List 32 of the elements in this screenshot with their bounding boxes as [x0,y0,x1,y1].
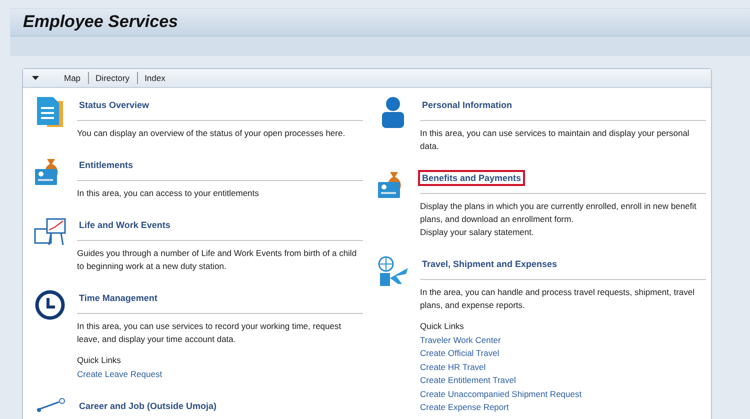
section-title-link[interactable]: Life and Work Events [75,217,174,233]
section-title-link[interactable]: Career and Job (Outside Umoja) [75,398,221,414]
globe-plane-icon [376,254,410,288]
toolbar-link[interactable]: Index [144,73,166,83]
section-title-link[interactable]: Status Overview [75,97,154,113]
quick-links-label: Quick Links [77,354,122,367]
quick-link[interactable]: Create Leave Request [77,368,363,381]
section-description: Display the plans in which you are currently enrolled, enroll in new benefit plans, and download an enrollment form. [420,200,698,226]
section-description: In the area, you can handle and process travel requests, shipment, travel plans, and expense reports. [420,286,696,312]
quick-link[interactable]: Create Official Travel [420,347,706,360]
toolbar-link[interactable]: Directory [96,73,130,83]
quick-link[interactable]: Create HR Travel [420,360,706,374]
section-title-link[interactable]: Time Management [75,290,162,306]
section-description: Display your salary statement. [420,226,535,239]
section-description: You can display an overview of the status of your open processes here. [77,127,346,140]
caret-icon[interactable] [32,76,39,80]
toolbar-link[interactable]: Map [64,73,81,83]
section-title-link[interactable]: Travel, Shipment and Expenses [418,256,562,272]
quick-link[interactable]: Traveler Work Center [420,334,706,347]
quick-links-label: Quick Links [420,320,465,333]
clock-icon [33,288,67,322]
section-title-link[interactable]: Personal Information [418,97,516,113]
section-description: In this area, you can access to your entitlements [77,187,260,200]
section-title-link[interactable]: Entitlements [75,157,138,173]
quick-link[interactable]: Create Expense Report [420,401,706,414]
page-title: Employee Services [22,11,179,32]
quick-link[interactable]: Create Entitlement Travel [420,374,706,388]
section-title-link[interactable]: Benefits and Payments [418,170,526,186]
section-description: In this area, you can use services to maintain and display your personal data. [420,127,690,153]
section-description: In this area, you can use services to record your working time, request leave, and display your time account data. [77,320,342,346]
quick-link[interactable]: Create Unaccompanied Shipment Request [420,388,706,401]
section-description: Guides you through a number of Life and Work Events from birth of a child to beginning work at a new duty station. [77,247,358,273]
